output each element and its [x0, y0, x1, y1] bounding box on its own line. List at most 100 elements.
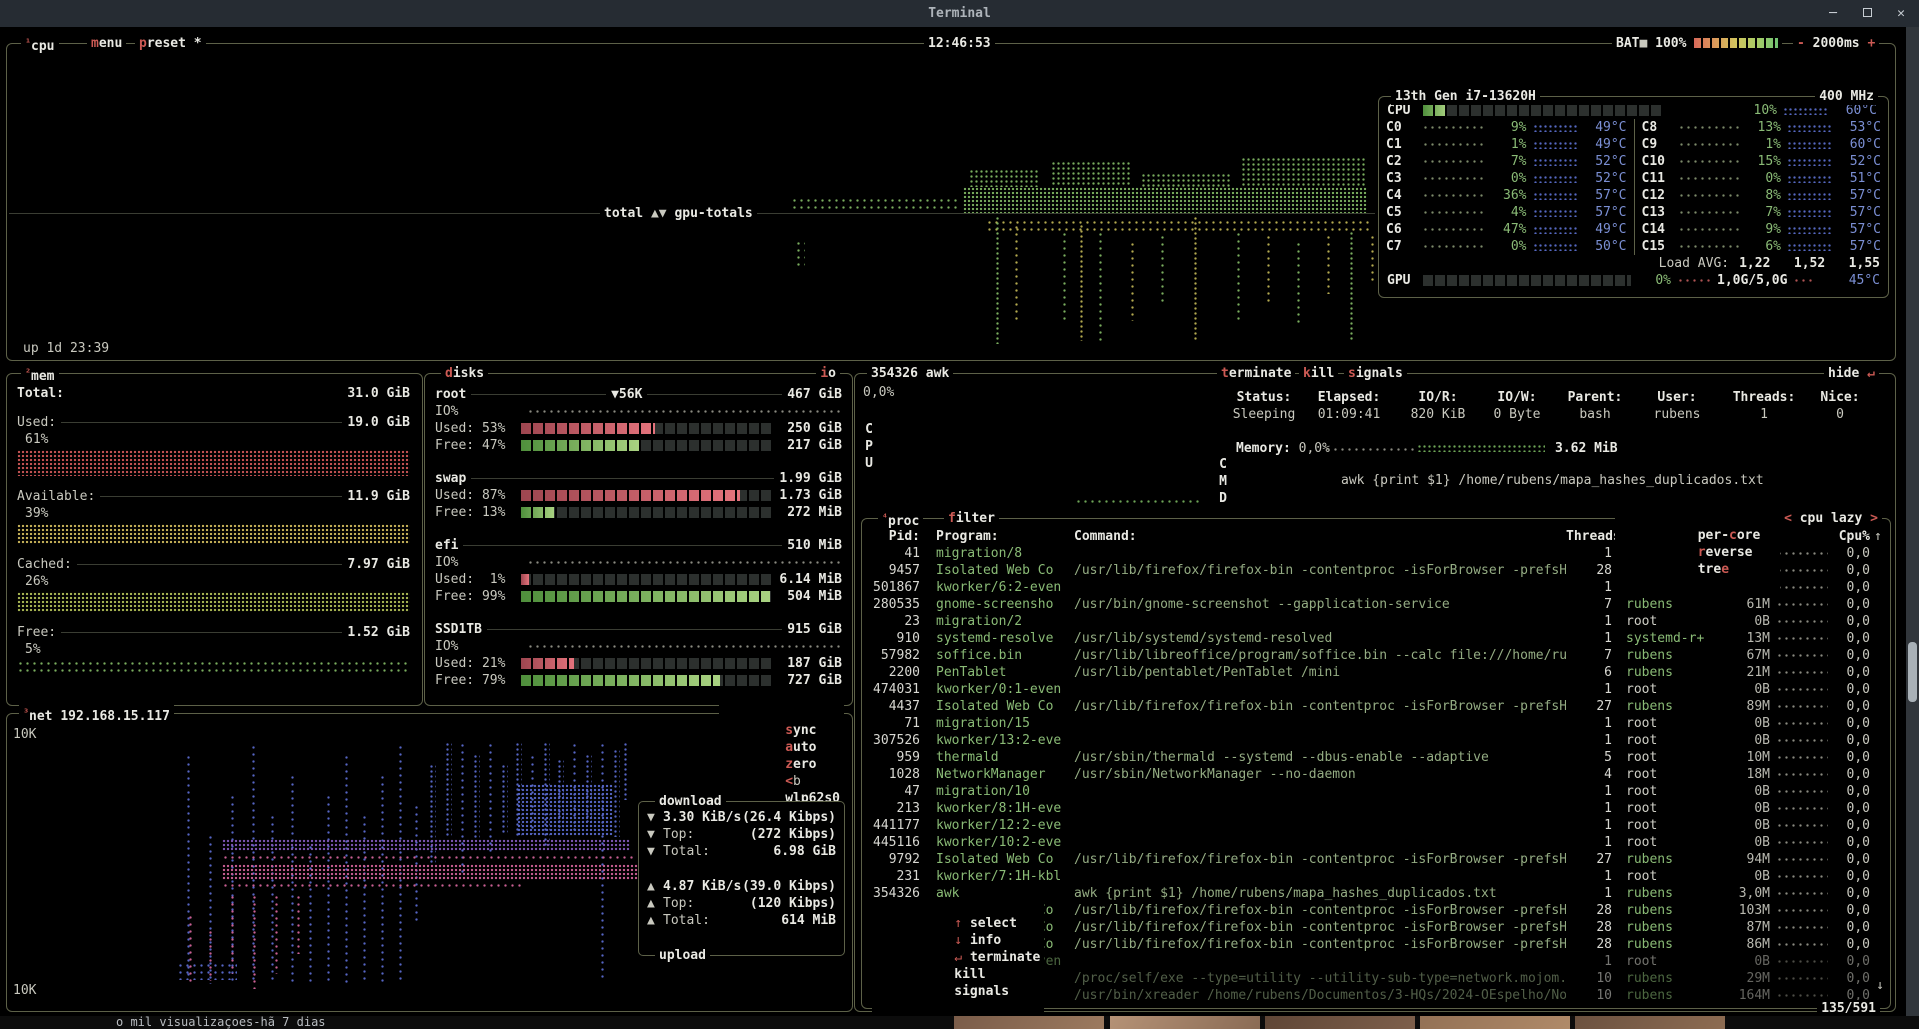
reverse-toggle[interactable]: reverse: [1698, 545, 1753, 560]
terminate-button[interactable]: terminate: [1217, 365, 1295, 382]
process-row[interactable]: 307526kworker/13:2-eve1root0B0,0: [862, 732, 1890, 749]
upload-stat: ▲Top:(120 Kibps): [639, 895, 844, 912]
process-row[interactable]: 4437Isolated Web Co/usr/lib/firefox/fire…: [862, 698, 1890, 715]
cpu-graph-mode-label[interactable]: total ▲▼ gpu-totals: [600, 205, 757, 222]
footer-signals-button[interactable]: signals: [954, 984, 1009, 999]
restore-icon[interactable]: [1859, 5, 1875, 22]
interval-minus-button[interactable]: -: [1797, 36, 1805, 51]
process-row[interactable]: 9792Isolated Web Co/usr/lib/firefox/fire…: [862, 851, 1890, 868]
signals-button[interactable]: signals: [1344, 365, 1407, 382]
column-pid[interactable]: Pid:: [870, 528, 920, 545]
memory-entry: Total:31.0 GiB: [17, 385, 410, 402]
process-mem: 3,0M: [1718, 885, 1770, 902]
close-icon[interactable]: ✕: [1893, 5, 1909, 22]
memory-usage-graph: [17, 524, 410, 544]
footer-terminate-button[interactable]: terminate: [970, 950, 1040, 965]
process-row[interactable]: 71migration/151root0B0,0: [862, 715, 1890, 732]
select-button[interactable]: select: [970, 916, 1017, 931]
disk-used-bar: [521, 423, 773, 434]
iface-prev-button[interactable]: <b: [785, 774, 801, 789]
process-mem-dots: [1776, 669, 1828, 676]
tree-toggle[interactable]: tree: [1698, 562, 1729, 577]
filter-button[interactable]: filter: [944, 510, 999, 527]
graph-texture: [1159, 234, 1165, 304]
process-cpu: 0,0: [1834, 732, 1870, 749]
graph-texture: [273, 894, 280, 974]
background-photo-thumbnail: [954, 1016, 1104, 1029]
disk-entry: SSD1TB915 GiBIO%Used: 21%187 GiBFree: 79…: [435, 621, 842, 689]
core-name: C15: [1642, 238, 1678, 255]
io-mode-toggle[interactable]: io: [816, 365, 840, 382]
cpu-frequency-label: 400 MHz: [1815, 88, 1878, 105]
gpu-row: GPU 0% 1,0G/5,0G 45°C: [1379, 272, 1888, 289]
core-name: C10: [1642, 153, 1678, 170]
auto-toggle[interactable]: auto: [785, 740, 816, 755]
preset-button[interactable]: preset *: [135, 35, 206, 52]
core-row: C436%57°C: [1379, 187, 1634, 204]
disk-free-label: Free: 13%: [435, 504, 521, 521]
process-program: kworker/8:1H-eve: [936, 800, 1074, 817]
process-row[interactable]: 441177kworker/12:2-eve1root0B0,0: [862, 817, 1890, 834]
process-pid: 280535: [870, 596, 920, 613]
download-stat-value: (26.4 Kibps): [742, 809, 836, 826]
memory-entry-line: Used:19.0 GiB: [17, 414, 410, 431]
process-program: gnome-screensho: [936, 596, 1074, 613]
cpu-panel: ¹cpu menu preset * 12:46:53 BAT■ 100% - …: [6, 43, 1896, 361]
process-cpu-percent: 0,0%: [863, 384, 894, 401]
process-mem-dots: [1776, 992, 1828, 999]
process-user: root: [1626, 953, 1718, 970]
zero-toggle[interactable]: zero: [785, 757, 816, 772]
process-threads: 28: [1566, 936, 1612, 953]
per-core-toggle[interactable]: per-core: [1698, 528, 1761, 543]
process-mem-dots: [1776, 856, 1828, 863]
core-usage-dots: [1678, 141, 1742, 149]
info-button[interactable]: info: [970, 933, 1001, 948]
process-row[interactable]: 2200PenTablet/usr/lib/pentablet/PenTable…: [862, 664, 1890, 681]
process-program: migration/10: [936, 783, 1074, 800]
process-field-value: 1: [1717, 406, 1811, 423]
process-row[interactable]: 23migration/21root0B0,0: [862, 613, 1890, 630]
process-row[interactable]: 910systemd-resolve/usr/lib/systemd/syste…: [862, 630, 1890, 647]
window-titlebar[interactable]: Terminal ─ ✕: [0, 0, 1919, 27]
memory-dots-green: [1417, 444, 1545, 452]
process-row[interactable]: 474031kworker/0:1-even1root0B0,0: [862, 681, 1890, 698]
sort-next-icon[interactable]: >: [1870, 511, 1878, 526]
sort-prev-icon[interactable]: <: [1784, 511, 1792, 526]
process-row[interactable]: 280535gnome-screensho/usr/bin/gnome-scre…: [862, 596, 1890, 613]
net-axis-top-label: 10K: [13, 726, 36, 743]
upload-stat-label: 4.87 KiB/s: [663, 878, 741, 895]
process-row[interactable]: 231kworker/7:1H-kbl1root0B0,0: [862, 868, 1890, 885]
battery-status: BAT■ 100%: [1612, 35, 1782, 52]
scroll-down-icon[interactable]: ↓: [1876, 977, 1884, 994]
process-mem: 0B: [1718, 868, 1770, 885]
scrollbar-thumb[interactable]: [1908, 642, 1917, 702]
process-pid: 501867: [870, 579, 920, 596]
process-row[interactable]: 213kworker/8:1H-eve1root0B0,0: [862, 800, 1890, 817]
memory-entry-line: Available:11.9 GiB: [17, 488, 410, 505]
process-threads: 6: [1566, 664, 1612, 681]
interval-plus-button[interactable]: +: [1867, 36, 1875, 51]
footer-kill-button[interactable]: kill: [954, 967, 985, 982]
column-cpu[interactable]: Cpu%: [1834, 528, 1870, 545]
hide-button[interactable]: hide ↵: [1824, 365, 1879, 382]
process-row[interactable]: 57982soffice.bin/usr/lib/libreoffice/pro…: [862, 647, 1890, 664]
disk-io-graph: [527, 643, 842, 651]
process-command-text: awk {print $1} /home/rubens/mapa_hashes_…: [1341, 472, 1764, 489]
upload-stat-value: (39.0 Kibps): [742, 878, 836, 895]
process-row[interactable]: 47migration/101root0B0,0: [862, 783, 1890, 800]
menu-button[interactable]: menu: [87, 35, 126, 52]
disk-free-value: 272 MiB: [773, 504, 842, 521]
disk-entry: efi510 MiBIO%Used: 1%6.14 MiBFree: 99%50…: [435, 537, 842, 605]
kill-button[interactable]: kill: [1299, 365, 1338, 382]
minimize-icon[interactable]: ─: [1825, 5, 1841, 22]
memory-entry-percent: 39%: [17, 505, 410, 522]
column-command[interactable]: Command:: [1074, 528, 1566, 545]
sync-toggle[interactable]: sync: [785, 723, 816, 738]
process-row[interactable]: 959thermald/usr/sbin/thermald --systemd …: [862, 749, 1890, 766]
column-program[interactable]: Program:: [936, 528, 1074, 545]
process-row[interactable]: 1028NetworkManager/usr/sbin/NetworkManag…: [862, 766, 1890, 783]
process-row[interactable]: 445116kworker/10:2-eve1root0B0,0: [862, 834, 1890, 851]
core-temp: 52°C: [1585, 153, 1627, 170]
terminal-scrollbar[interactable]: [1906, 27, 1919, 1016]
column-threads[interactable]: Threads:: [1566, 528, 1612, 545]
